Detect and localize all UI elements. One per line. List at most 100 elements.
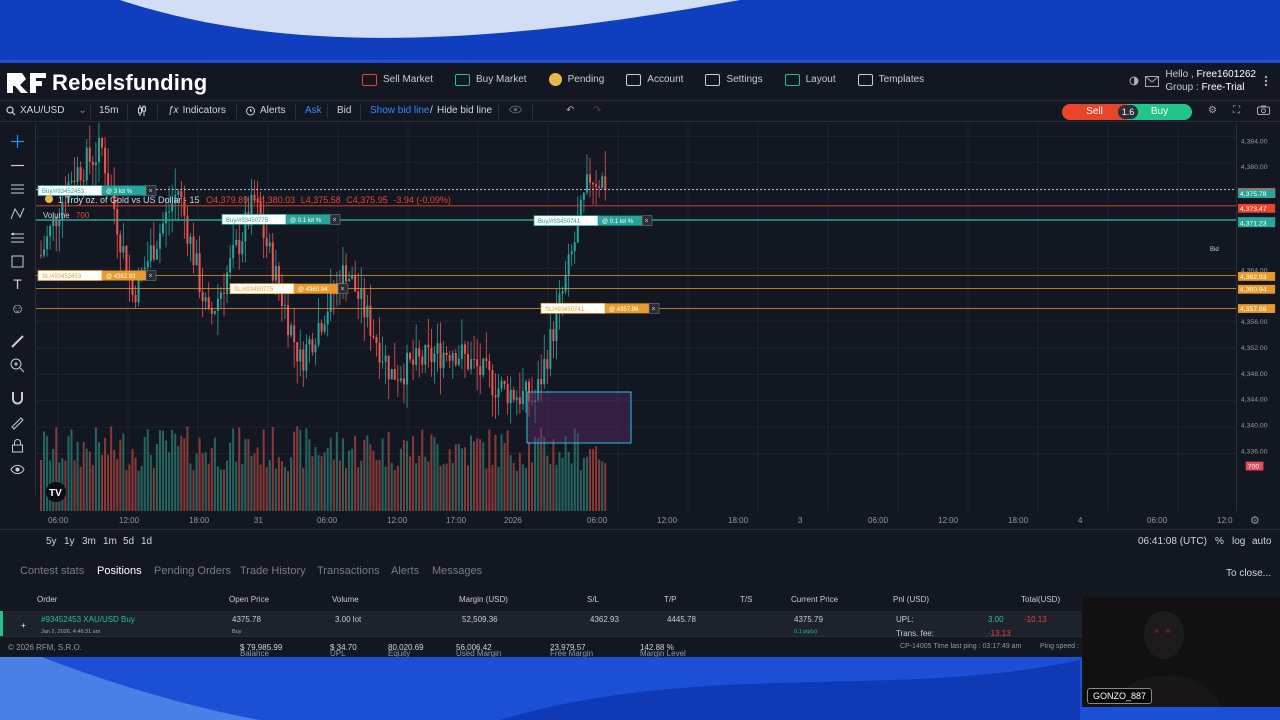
svg-text:×: ×: [149, 188, 153, 195]
column-header[interactable]: Pnl (USD): [893, 595, 929, 604]
column-header[interactable]: Current Price: [791, 595, 838, 604]
order-label-4[interactable]: SL/#93452453 @ 4362.93 ×: [37, 270, 157, 281]
column-header[interactable]: Total(USD): [1021, 595, 1060, 604]
emoji-icon[interactable]: ☺: [9, 300, 26, 317]
position-box[interactable]: [526, 391, 632, 444]
expand-icon[interactable]: +: [21, 621, 26, 630]
redo-icon[interactable]: ↷: [593, 105, 601, 116]
fullscreen-icon[interactable]: ⛶: [1233, 105, 1240, 116]
crosshair-icon[interactable]: [9, 133, 26, 150]
tab-alerts[interactable]: Alerts: [391, 565, 419, 577]
time-tick: 06:00: [48, 516, 69, 525]
column-header[interactable]: S/L: [587, 595, 599, 604]
lock-icon[interactable]: [9, 437, 26, 454]
tab-transactions[interactable]: Transactions: [317, 565, 380, 577]
mail-icon[interactable]: [1145, 75, 1160, 87]
scale-percent[interactable]: %: [1215, 536, 1224, 547]
alerts-button[interactable]: Alerts: [245, 105, 286, 116]
price-tag: 4,373.47: [1237, 203, 1276, 213]
upl-label: UPL:: [896, 615, 914, 624]
ruler-icon[interactable]: [9, 333, 26, 350]
theme-toggle-icon[interactable]: [1129, 76, 1139, 86]
tab-trade-history[interactable]: Trade History: [240, 565, 306, 577]
fib-icon[interactable]: [9, 181, 26, 198]
more-menu-icon[interactable]: [1262, 75, 1270, 87]
column-header[interactable]: Volume: [332, 595, 359, 604]
gear-icon[interactable]: ⚙: [1208, 105, 1217, 116]
tab-messages[interactable]: Messages: [432, 565, 482, 577]
chart-type-button[interactable]: [137, 105, 147, 116]
order-label-5[interactable]: SL/#93450775 @ 4360.94 ×: [229, 283, 349, 295]
axis-settings-icon[interactable]: ⚙: [1250, 515, 1260, 527]
nav-buy-market[interactable]: Buy Market: [455, 73, 527, 86]
price-axis[interactable]: 4,384.004,380.004,376.004,364.004,356.00…: [1236, 123, 1280, 511]
streamer-name: GONZO_887: [1087, 688, 1153, 704]
order-label-3[interactable]: Buy/#93450741 @ 0.1 lot % ×: [533, 215, 653, 227]
order-label-6[interactable]: SL/#93450741 @ 4357.96 ×: [540, 302, 660, 314]
range-5d[interactable]: 5d: [123, 536, 134, 547]
ask-toggle[interactable]: Ask: [305, 105, 322, 116]
nav-settings[interactable]: Settings: [705, 73, 763, 86]
volume: 3.00 lot: [335, 615, 362, 624]
tab-positions[interactable]: Positions: [97, 565, 142, 577]
range-1y[interactable]: 1y: [64, 536, 75, 547]
pattern-icon[interactable]: [9, 205, 26, 222]
range-5y[interactable]: 5y: [46, 536, 57, 547]
close-all-button[interactable]: To close...: [1226, 568, 1271, 579]
indicators-button[interactable]: ƒx Indicators: [168, 105, 226, 116]
column-header[interactable]: T/S: [740, 595, 752, 604]
column-header[interactable]: T/P: [664, 595, 676, 604]
search-icon: [6, 105, 16, 115]
nav-account[interactable]: Account: [626, 73, 683, 86]
show-bid-line-link[interactable]: Show bid line: [370, 105, 429, 116]
column-header[interactable]: Open Price: [229, 595, 269, 604]
order-label-2[interactable]: Buy/#93450775 @ 0.1 lot % ×: [221, 213, 341, 225]
pencil-lock-icon[interactable]: [9, 413, 26, 430]
tab-pending-orders[interactable]: Pending Orders: [154, 565, 231, 577]
shape-icon[interactable]: [9, 253, 26, 270]
price-chart[interactable]: Buy/#93452453 @ 3 lot % ×Buy/#93450775 @ 0.…: [36, 123, 1236, 511]
visibility-icon[interactable]: [9, 461, 26, 478]
time-tick: 06:00: [587, 516, 608, 525]
interval-select[interactable]: 15m: [99, 105, 118, 116]
scale-auto[interactable]: auto: [1252, 536, 1271, 547]
scale-log[interactable]: log: [1232, 536, 1245, 547]
range-1d[interactable]: 1d: [141, 536, 152, 547]
account-icon: [626, 73, 642, 86]
tab-contest-stats[interactable]: Contest stats: [20, 565, 84, 577]
range-3m[interactable]: 3m: [82, 536, 96, 547]
hide-bid-line-link[interactable]: Hide bid line: [437, 105, 492, 116]
brand-logo[interactable]: Rebelsfunding: [6, 70, 207, 96]
column-header[interactable]: Margin (USD): [459, 595, 508, 604]
camera-icon[interactable]: [1257, 105, 1270, 115]
utc-clock[interactable]: 06:41:08 (UTC): [1138, 536, 1207, 547]
nav-pending[interactable]: Pending: [548, 73, 604, 86]
time-axis[interactable]: 06:00 12:00 18:00 31 06:00 12:00 17:00 2026 06:0…: [36, 511, 1280, 529]
price-tick: 4,340.00: [1241, 423, 1268, 430]
text-tool-icon[interactable]: T: [9, 276, 26, 293]
top-header: Rebelsfunding Sell Market Buy Market Pendi…: [0, 63, 1280, 100]
zoom-in-icon[interactable]: [9, 357, 26, 374]
used-margin-label: Used Margin: [456, 649, 502, 657]
symbol-search[interactable]: XAU/USD ⌄: [6, 105, 87, 116]
hello-label: Hello ,: [1165, 69, 1194, 80]
nav-label: Settings: [726, 74, 763, 85]
svg-text:4,371.23: 4,371.23: [1240, 220, 1267, 227]
eye-icon[interactable]: [509, 105, 522, 114]
time-tick: 18:00: [728, 516, 749, 525]
nav-sell-market[interactable]: Sell Market: [362, 73, 433, 86]
projection-icon[interactable]: [9, 229, 26, 246]
trading-app: Rebelsfunding Sell Market Buy Market Pendi…: [0, 63, 1280, 657]
nav-templates[interactable]: Templates: [857, 73, 924, 86]
trend-line-icon[interactable]: [9, 157, 26, 174]
bid-toggle[interactable]: Bid: [337, 105, 351, 116]
order-id[interactable]: #93452453 XAU/USD Buy: [41, 615, 135, 624]
indicators-label: Indicators: [182, 105, 226, 116]
nav-layout[interactable]: Layout: [784, 73, 836, 86]
column-header[interactable]: Order: [37, 595, 57, 604]
magnet-icon[interactable]: [9, 389, 26, 406]
nav-label: Buy Market: [476, 74, 527, 85]
svg-text:×: ×: [341, 286, 345, 293]
range-1m[interactable]: 1m: [103, 536, 117, 547]
undo-icon[interactable]: ↶: [566, 105, 574, 116]
